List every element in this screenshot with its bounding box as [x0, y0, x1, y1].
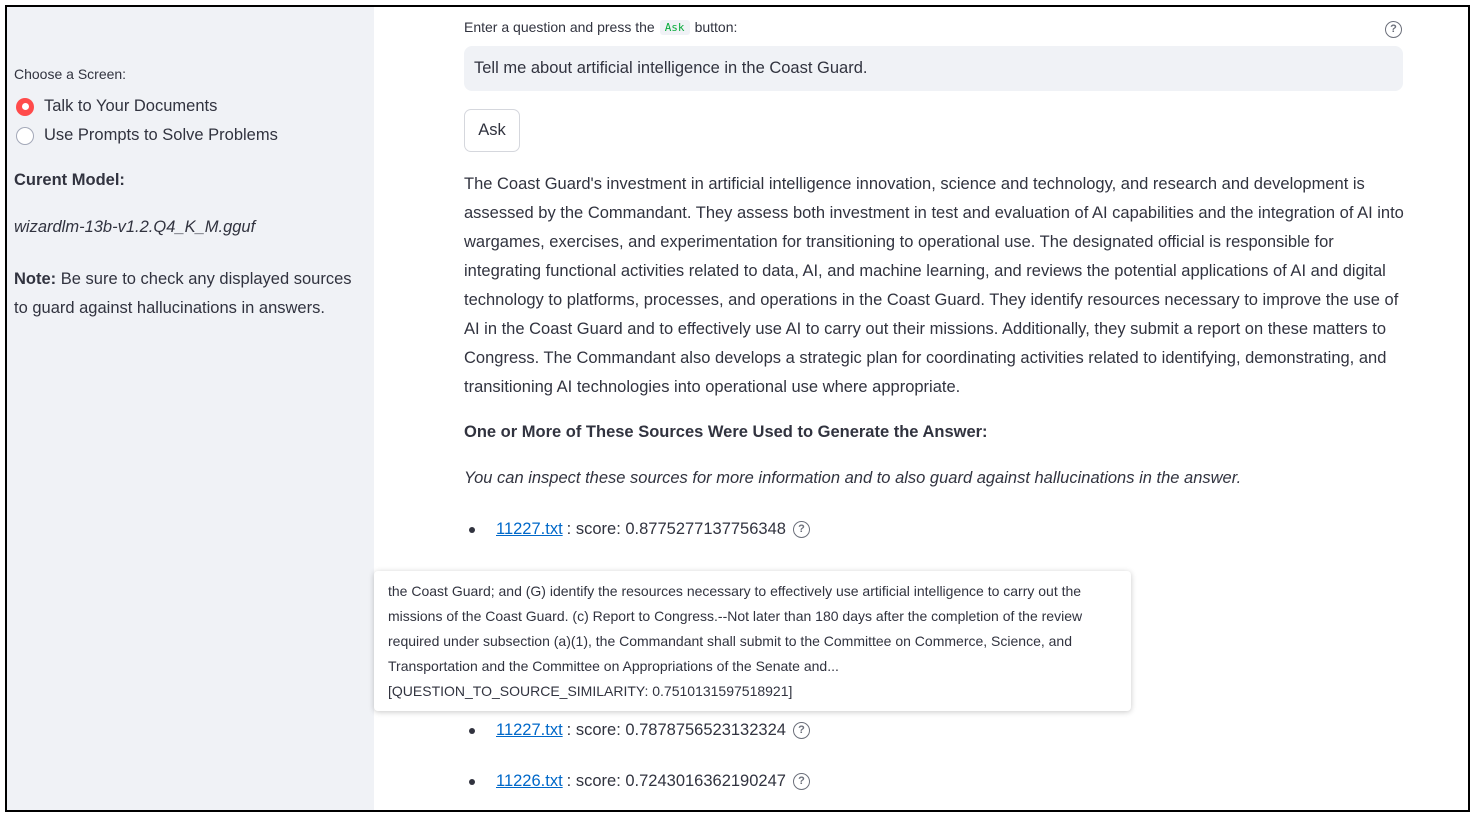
source-link[interactable]: 11227.txt — [496, 520, 563, 539]
radio-selected-icon — [16, 97, 34, 116]
tooltip-line: missions of the Coast Guard. (c) Report … — [388, 608, 1083, 624]
sources-subtitle: You can inspect these sources for more i… — [464, 469, 1242, 487]
question-label: Enter a question and press the Ask butto… — [464, 19, 737, 35]
source-item: 11226.txt : score: 0.7243016362190247 ? — [469, 772, 810, 791]
help-icon[interactable]: ? — [1385, 21, 1402, 38]
source-link[interactable]: 11226.txt — [496, 772, 563, 791]
screen-choice-label: Choose a Screen: — [14, 66, 127, 82]
source-score: : score: 0.7243016362190247 — [566, 772, 786, 790]
radio-talk-to-documents[interactable]: Talk to Your Documents — [16, 97, 217, 116]
source-help-icon[interactable]: ? — [792, 773, 810, 790]
current-model-heading: Curent Model: — [14, 171, 125, 189]
ask-button[interactable]: Ask — [464, 109, 520, 152]
source-help-icon[interactable]: ? — [792, 722, 810, 739]
source-tooltip: the Coast Guard; and (G) identify the re… — [374, 571, 1131, 711]
main-content: Enter a question and press the Ask butto… — [374, 7, 1468, 810]
tooltip-similarity: [QUESTION_TO_SOURCE_SIMILARITY: 0.751013… — [388, 683, 793, 699]
question-label-text: Enter a question and press the — [464, 19, 655, 35]
tooltip-line: required under subsection (a)(1), the Co… — [388, 633, 1072, 649]
sidebar: Choose a Screen: Talk to Your Documents … — [7, 7, 374, 810]
source-item: 11227.txt : score: 0.8775277137756348 ? — [469, 520, 810, 539]
radio-label: Use Prompts to Solve Problems — [44, 126, 278, 144]
note-text: Be sure to check any displayed sources t… — [14, 270, 352, 317]
current-model-name: wizardlm-13b-v1.2.Q4_K_M.gguf — [14, 218, 256, 236]
sidebar-note: Note: Be sure to check any displayed sou… — [14, 265, 364, 323]
radio-label: Talk to Your Documents — [44, 97, 218, 115]
radio-unselected-icon — [16, 126, 34, 145]
bullet-icon — [469, 727, 475, 734]
bullet-icon — [469, 778, 475, 785]
ask-code-chip: Ask — [659, 19, 690, 35]
source-item: 11227.txt : score: 0.7878756523132324 ? — [469, 721, 810, 740]
radio-use-prompts[interactable]: Use Prompts to Solve Problems — [16, 126, 278, 145]
app-window: Choose a Screen: Talk to Your Documents … — [5, 5, 1470, 812]
question-label-suffix: button: — [694, 19, 738, 35]
tooltip-line: the Coast Guard; and (G) identify the re… — [388, 583, 1082, 599]
tooltip-line: Transportation and the Committee on Appr… — [388, 658, 839, 674]
question-input[interactable] — [464, 46, 1403, 91]
note-label: Note: — [14, 270, 57, 288]
source-score: : score: 0.7878756523132324 — [566, 721, 786, 739]
bullet-icon — [469, 526, 475, 533]
source-link[interactable]: 11227.txt — [496, 721, 563, 740]
sources-heading: One or More of These Sources Were Used t… — [464, 423, 988, 441]
answer-text: The Coast Guard's investment in artifici… — [464, 175, 1404, 396]
source-help-icon[interactable]: ? — [792, 521, 810, 538]
source-score: : score: 0.8775277137756348 — [566, 520, 786, 538]
